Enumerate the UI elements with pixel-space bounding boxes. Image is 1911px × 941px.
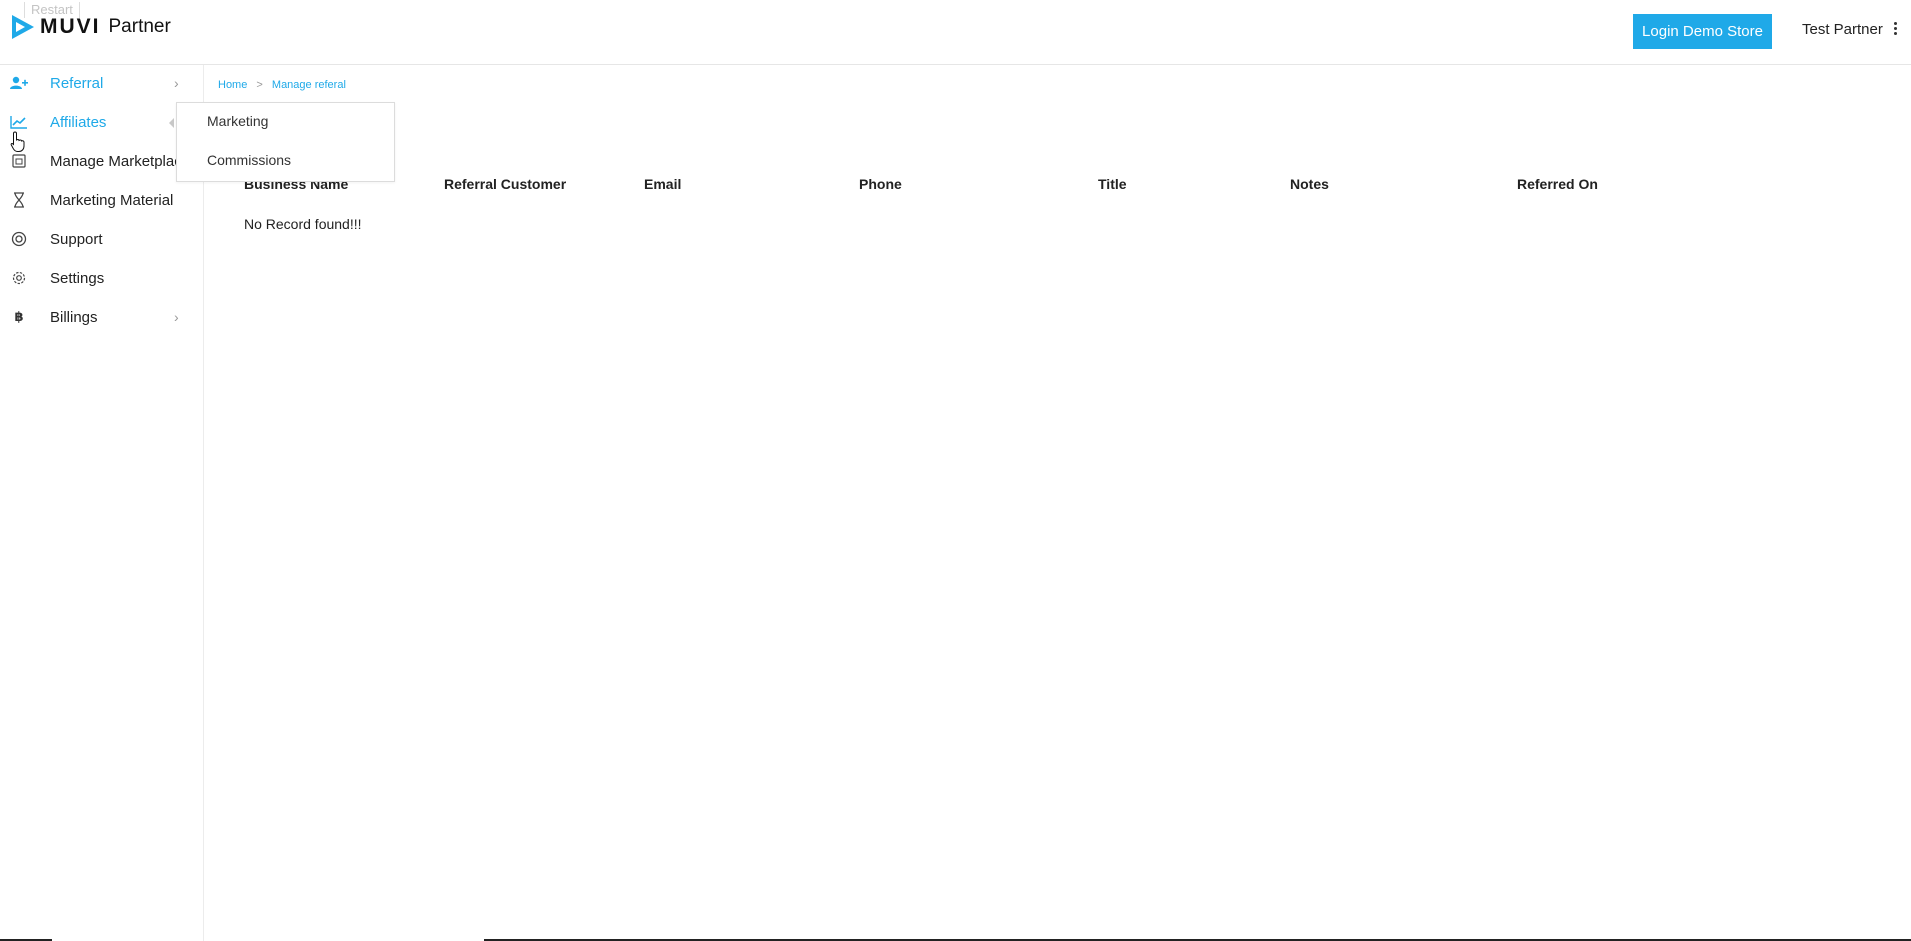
breadcrumb: Home > Manage referal: [218, 79, 352, 91]
chevron-right-icon: ›: [174, 75, 179, 91]
user-name[interactable]: Test Partner: [1802, 21, 1883, 38]
sidebar-item-manage-marketplace[interactable]: Manage Marketplace: [0, 145, 203, 177]
sidebar-item-label: Referral: [50, 74, 104, 92]
muvi-logo-icon: [12, 15, 34, 39]
bitcoin-icon: ฿: [14, 309, 24, 324]
sidebar: Referral › Affiliates Manage Marketplace…: [0, 65, 204, 941]
breadcrumb-current[interactable]: Manage referal: [272, 79, 346, 91]
submenu-item-commissions[interactable]: Commissions: [207, 152, 291, 168]
lifebuoy-icon: [10, 230, 28, 248]
submenu-item-marketing[interactable]: Marketing: [207, 113, 268, 129]
affiliates-submenu: Marketing Commissions: [176, 102, 395, 182]
column-header-referred-on: Referred On: [1517, 176, 1598, 192]
sidebar-item-label: Affiliates: [50, 113, 107, 131]
sidebar-item-settings[interactable]: Settings: [0, 262, 203, 294]
sidebar-item-referral[interactable]: Referral ›: [0, 67, 203, 99]
column-header-phone: Phone: [859, 176, 902, 192]
hourglass-icon: [10, 191, 28, 209]
sidebar-item-label: Marketing Material: [50, 191, 174, 209]
sidebar-item-label: Settings: [50, 269, 105, 287]
muvi-logo[interactable]: MUVI Partner: [10, 12, 171, 42]
gear-icon: [10, 269, 28, 287]
flyout-caret: [169, 118, 174, 128]
column-header-notes: Notes: [1290, 176, 1329, 192]
logo-text: MUVI: [40, 15, 101, 38]
sidebar-item-label: Support: [50, 230, 103, 248]
top-header: Restart MUVI Partner Login Demo Store Te…: [0, 0, 1911, 65]
sidebar-item-label: Billings: [50, 308, 98, 326]
sidebar-item-support[interactable]: Support: [0, 223, 203, 255]
login-demo-store-button[interactable]: Login Demo Store: [1633, 14, 1772, 49]
chevron-right-icon: ›: [174, 309, 179, 325]
sidebar-item-billings[interactable]: ฿ Billings ›: [0, 301, 203, 333]
empty-state-message: No Record found!!!: [244, 216, 362, 232]
more-options-icon[interactable]: [1894, 22, 1898, 38]
hand-cursor-icon: [10, 131, 26, 158]
sidebar-item-label: Manage Marketplace: [50, 152, 191, 170]
trend-chart-icon: [10, 113, 28, 131]
breadcrumb-separator: >: [256, 79, 263, 91]
add-user-icon: [10, 74, 28, 92]
column-header-email: Email: [644, 176, 682, 192]
logo-partner-text: Partner: [108, 16, 171, 37]
sidebar-item-marketing-material[interactable]: Marketing Material: [0, 184, 203, 216]
breadcrumb-home[interactable]: Home: [218, 79, 247, 91]
column-header-title: Title: [1098, 176, 1127, 192]
column-header-referral-customer: Referral Customer: [444, 176, 567, 192]
